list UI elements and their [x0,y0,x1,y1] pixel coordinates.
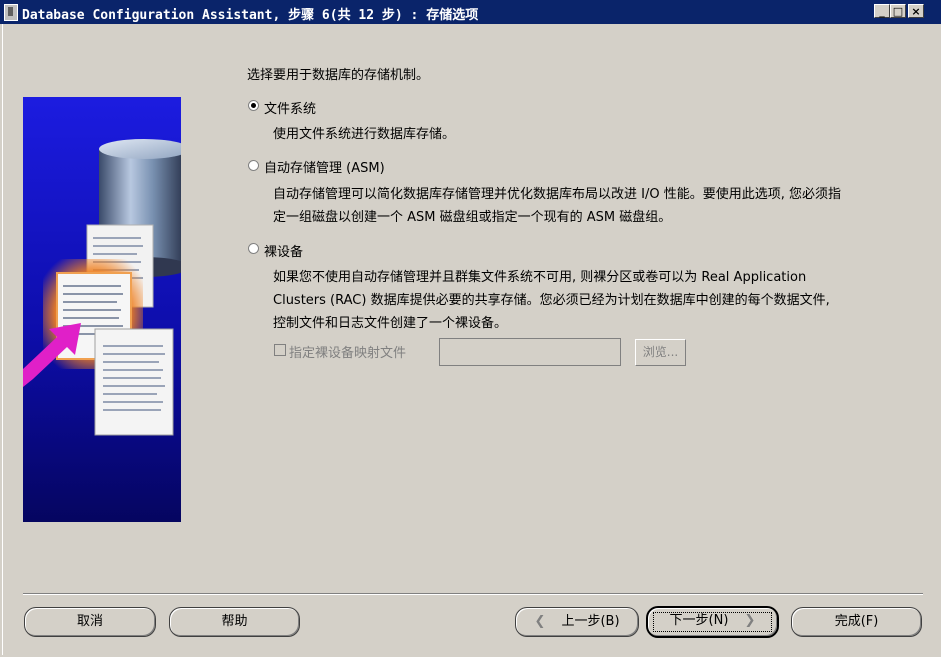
option-file-system-description: 使用文件系统进行数据库存储。 [273,127,456,142]
option-file-system-label[interactable]: 文件系统 [264,98,316,117]
finish-button-label: 完成(F) [834,614,879,629]
cancel-button[interactable]: 取消 [24,607,156,637]
finish-button[interactable]: 完成(F) [791,607,922,637]
back-button-label: 上一步(B) [561,614,620,629]
browse-button-label: 浏览... [642,345,679,359]
minimize-button[interactable]: _ [874,4,890,18]
close-icon: × [911,5,921,18]
help-button[interactable]: 帮助 [169,607,300,637]
option-raw-devices-label[interactable]: 裸设备 [264,241,303,260]
option-raw-devices-description-line2: Clusters (RAC) 数据库提供必要的共享存储。您必须已经为计划在数据库… [273,293,830,308]
radio-raw-devices[interactable] [248,243,259,254]
radio-file-system[interactable] [248,100,259,111]
database-storage-illustration-icon [23,139,181,436]
raw-mapping-file-input[interactable] [439,338,621,366]
next-button[interactable]: 下一步(N) ❯ [646,606,779,638]
focus-outline [653,612,772,632]
maximize-button[interactable]: □ [890,4,906,18]
footer-separator [23,593,923,595]
option-raw-devices-description-line3: 控制文件和日志文件创建了一个裸设备。 [273,316,508,331]
option-raw-devices-description-line1: 如果您不使用自动存储管理并且群集文件系统不可用, 则裸分区或卷可以为 Real … [273,270,807,285]
option-asm-label[interactable]: 自动存储管理 (ASM) [264,157,385,176]
title-bar[interactable]: Database Configuration Assistant, 步骤 6(共… [0,0,941,24]
raw-mapping-checkbox[interactable] [274,344,286,356]
chevron-left-icon: ❮ [534,614,546,629]
option-asm-description-line1: 自动存储管理可以简化数据库存储管理并优化数据库布局以改进 I/O 性能。要使用此… [273,187,841,202]
raw-mapping-checkbox-label: 指定裸设备映射文件 [289,346,407,361]
minimize-icon: _ [879,5,885,18]
maximize-icon: □ [892,5,904,18]
window-title: Database Configuration Assistant, 步骤 6(共… [22,8,479,23]
storage-illustration [23,97,181,522]
app-icon[interactable] [4,4,18,21]
storage-prompt: 选择要用于数据库的存储机制。 [247,68,430,83]
browse-button[interactable]: 浏览... [635,339,686,366]
help-button-label: 帮助 [221,614,248,629]
radio-asm[interactable] [248,160,259,171]
close-button[interactable]: × [908,4,924,18]
option-asm-description-line2: 定一组磁盘以创建一个 ASM 磁盘组或指定一个现有的 ASM 磁盘组。 [273,210,672,225]
back-button[interactable]: ❮ 上一步(B) [515,607,639,637]
cancel-button-label: 取消 [76,614,103,629]
